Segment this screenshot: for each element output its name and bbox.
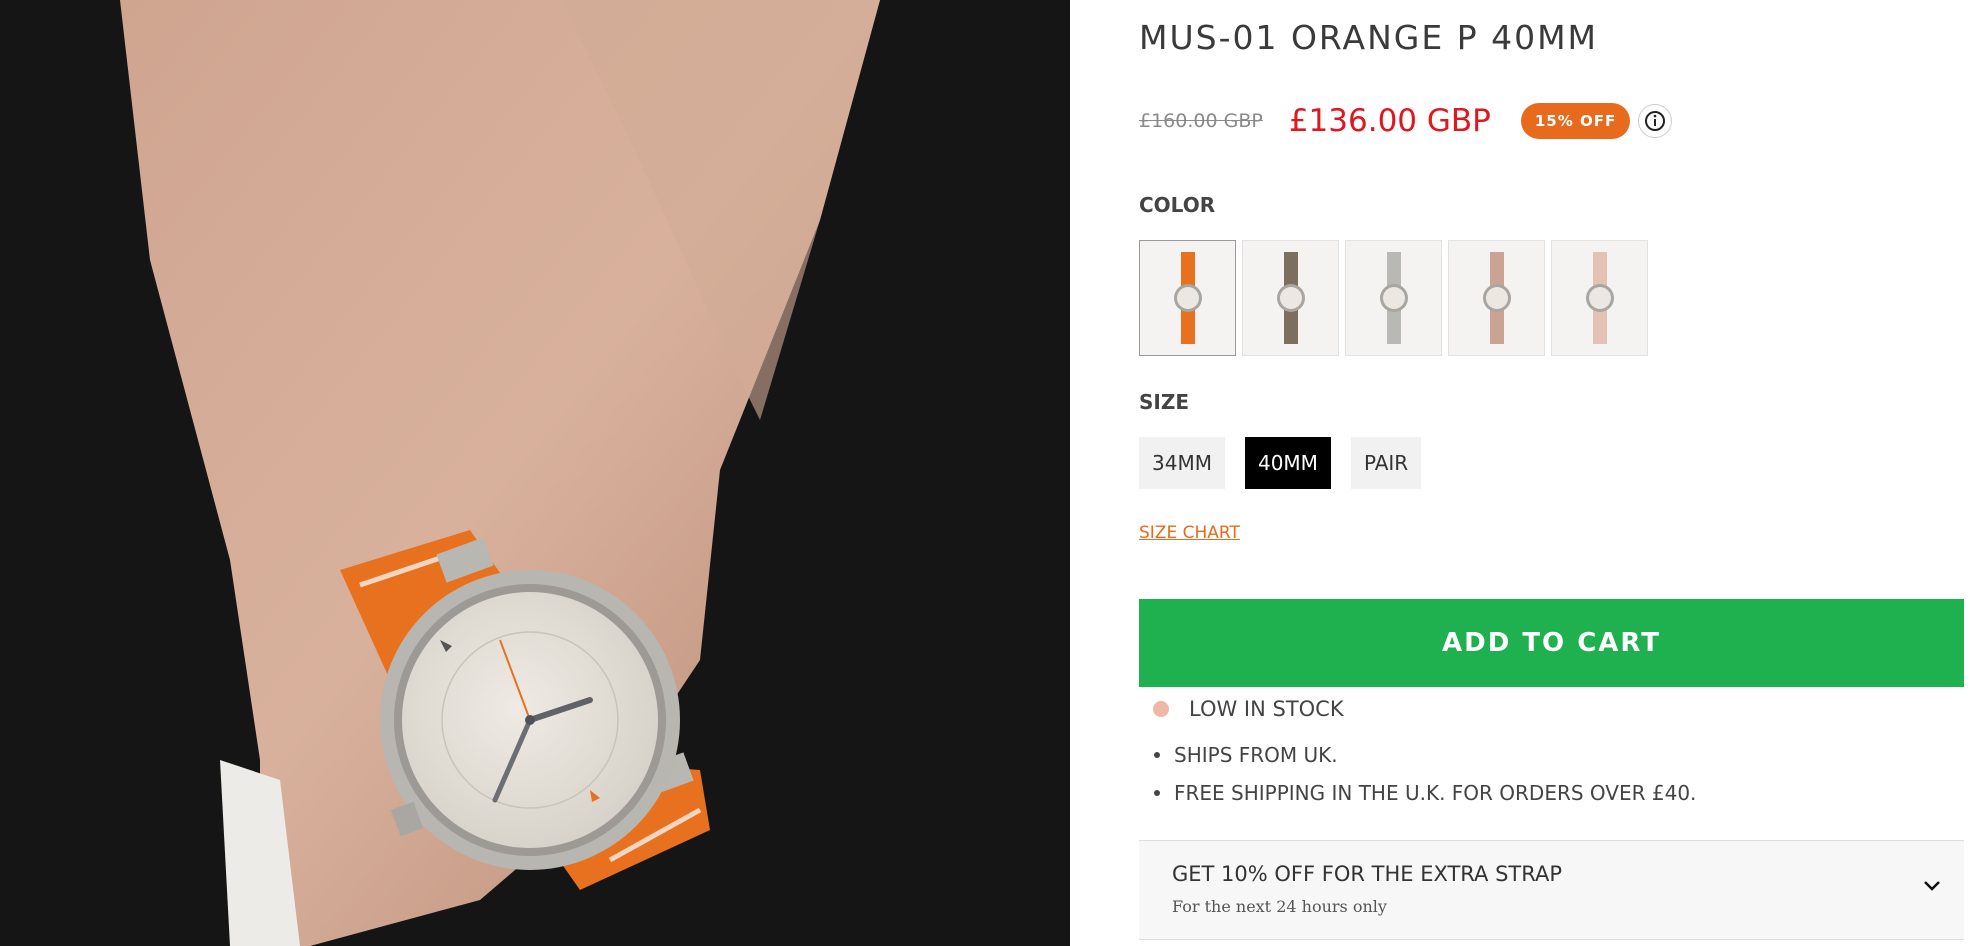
stock-status: LOW IN STOCK — [1153, 697, 1344, 721]
size-option-pair[interactable]: PAIR — [1350, 437, 1422, 489]
color-swatch-brown[interactable] — [1242, 240, 1339, 356]
original-price: £160.00 GBP — [1139, 110, 1263, 132]
offer-title: GET 10% OFF FOR THE EXTRA STRAP — [1172, 862, 1563, 886]
shipping-note-text: SHIPS FROM UK. — [1174, 743, 1338, 767]
discount-badge: 15% OFF — [1520, 103, 1631, 139]
price-row: £160.00 GBP £136.00 GBP 15% OFF — [1139, 100, 1673, 142]
color-swatches — [1139, 240, 1648, 356]
color-swatch-grey[interactable] — [1345, 240, 1442, 356]
product-photo — [0, 0, 1070, 946]
info-icon[interactable] — [1638, 104, 1673, 138]
extra-strap-offer-accordion[interactable]: GET 10% OFF FOR THE EXTRA STRAP For the … — [1139, 840, 1964, 940]
watch-thumbnail — [1173, 252, 1202, 344]
offer-subtitle: For the next 24 hours only — [1172, 897, 1387, 916]
stock-status-text: LOW IN STOCK — [1189, 697, 1344, 721]
color-swatch-orange[interactable] — [1139, 240, 1236, 356]
bullet-dot — [1154, 752, 1160, 758]
color-label: COLOR — [1139, 193, 1216, 217]
shipping-notes: SHIPS FROM UK. FREE SHIPPING IN THE U.K.… — [1139, 736, 1696, 812]
size-label: SIZE — [1139, 390, 1190, 414]
size-option-34mm[interactable]: 34MM — [1139, 437, 1225, 489]
bullet-dot — [1154, 790, 1160, 796]
list-item: FREE SHIPPING IN THE U.K. FOR ORDERS OVE… — [1139, 774, 1696, 812]
watch-thumbnail — [1585, 252, 1614, 344]
list-item: SHIPS FROM UK. — [1139, 736, 1696, 774]
size-options: 34MM 40MM PAIR — [1139, 437, 1422, 489]
color-swatch-pink[interactable] — [1551, 240, 1648, 356]
product-details-panel: MUS-01 ORANGE P 40MM £160.00 GBP £136.00… — [1139, 0, 1964, 946]
color-swatch-mauve[interactable] — [1448, 240, 1545, 356]
add-to-cart-button[interactable]: ADD TO CART — [1139, 599, 1964, 687]
size-option-40mm[interactable]: 40MM — [1244, 437, 1331, 489]
wrist-watch-photo — [0, 0, 1070, 946]
product-title: MUS-01 ORANGE P 40MM — [1139, 18, 1599, 57]
watch-thumbnail — [1379, 252, 1408, 344]
stock-indicator-dot — [1153, 701, 1169, 717]
watch-thumbnail — [1276, 252, 1305, 344]
watch-thumbnail — [1482, 252, 1511, 344]
sale-price: £136.00 GBP — [1288, 103, 1491, 139]
chevron-down-icon[interactable] — [1922, 877, 1942, 896]
size-chart-link[interactable]: SIZE CHART — [1139, 523, 1240, 543]
shipping-note-text: FREE SHIPPING IN THE U.K. FOR ORDERS OVE… — [1174, 781, 1697, 805]
